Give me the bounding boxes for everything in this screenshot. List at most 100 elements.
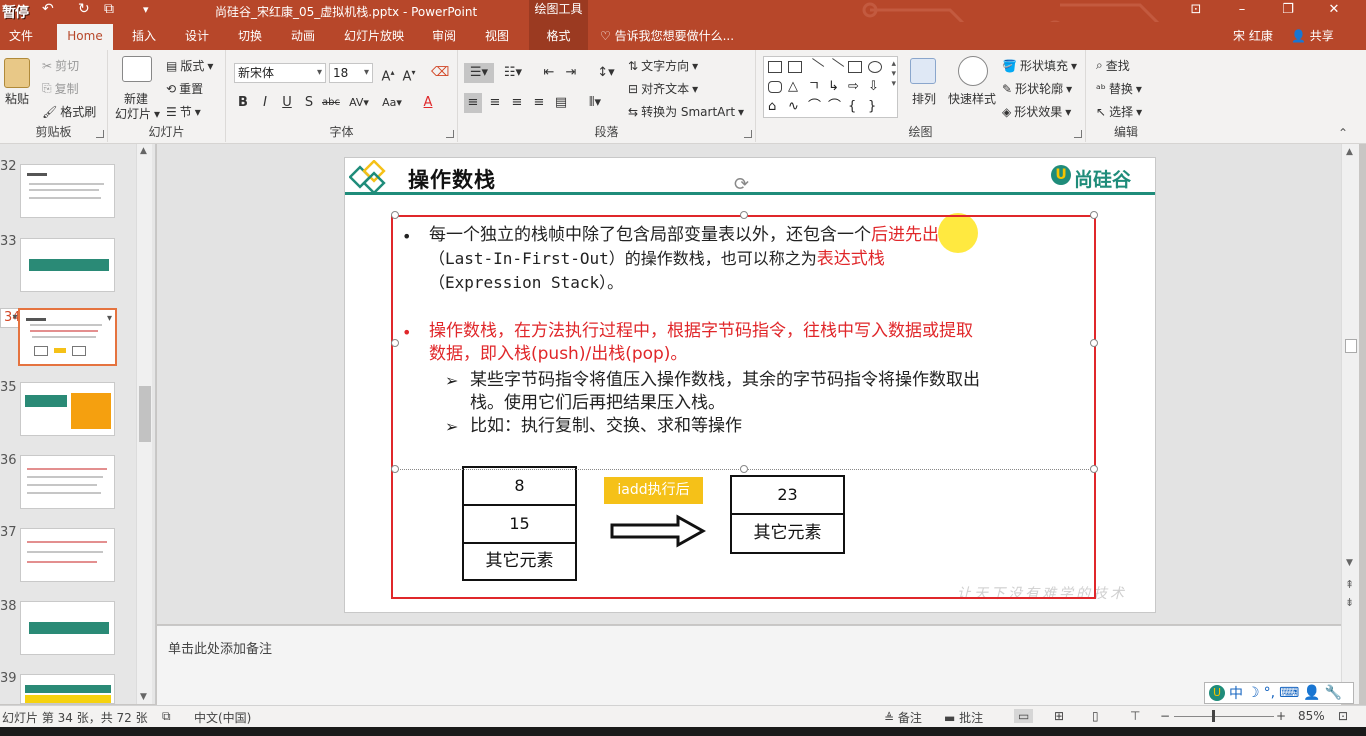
- fit-slide-icon[interactable]: ⊡: [1338, 709, 1348, 723]
- clipboard-dialog-launcher[interactable]: [96, 130, 104, 138]
- resize-handle[interactable]: [391, 339, 399, 347]
- rounded-rect-shape-icon[interactable]: [768, 81, 782, 93]
- strikethrough-icon[interactable]: abc: [322, 93, 340, 113]
- section-button[interactable]: ☰ 节 ▾: [166, 103, 201, 120]
- tab-file[interactable]: 文件: [0, 22, 42, 50]
- down-arrow-shape-icon[interactable]: ⇩: [868, 80, 882, 93]
- font-dialog-launcher[interactable]: [446, 130, 454, 138]
- numbering-icon[interactable]: ☷▾: [498, 63, 528, 83]
- callout-shape-icon[interactable]: ⌂: [768, 100, 782, 113]
- customize-quick-access-icon[interactable]: ▾: [143, 3, 149, 16]
- ime-toolbar[interactable]: U 中 ☽ °, ⌨ 👤 🔧: [1204, 682, 1354, 704]
- clear-formatting-icon[interactable]: ⌫: [431, 63, 449, 83]
- slide-thumbnail-34-selected[interactable]: [18, 308, 117, 366]
- redo-icon[interactable]: ↻: [78, 1, 90, 17]
- increase-indent-icon[interactable]: ⇥: [562, 63, 580, 83]
- text-shadow-icon[interactable]: S: [300, 93, 318, 113]
- zoom-slider-thumb[interactable]: [1212, 710, 1215, 722]
- underline-icon[interactable]: U: [278, 93, 296, 113]
- minimize-icon[interactable]: –: [1219, 0, 1265, 22]
- tab-animations[interactable]: 动画: [283, 22, 323, 50]
- tab-slideshow[interactable]: 幻灯片放映: [338, 22, 410, 50]
- bold-icon[interactable]: B: [234, 93, 252, 113]
- tab-view[interactable]: 视图: [477, 22, 517, 50]
- quick-styles-button[interactable]: 快速样式: [948, 90, 996, 107]
- align-left-icon[interactable]: ≡: [464, 93, 482, 113]
- align-text-button[interactable]: ⊟ 对齐文本 ▾: [628, 80, 698, 97]
- arrow-line-shape-icon[interactable]: [825, 58, 845, 76]
- paste-icon[interactable]: [4, 58, 30, 88]
- zoom-slider-track[interactable]: [1174, 716, 1274, 717]
- shape-fill-button[interactable]: 🪣 形状填充 ▾: [1002, 57, 1077, 74]
- drawing-dialog-launcher[interactable]: [1074, 130, 1082, 138]
- slide-thumbnail-36[interactable]: [20, 455, 115, 509]
- italic-icon[interactable]: I: [256, 93, 274, 113]
- scroll-down-icon[interactable]: ▼: [140, 692, 147, 702]
- cut-button[interactable]: ✂ 剪切: [42, 57, 79, 74]
- font-name-select[interactable]: 新宋体: [234, 63, 326, 83]
- ime-mode[interactable]: 中: [1229, 683, 1243, 703]
- notes-toggle[interactable]: ≜ 备注: [884, 709, 922, 726]
- freeform-shape-icon[interactable]: ∿: [788, 100, 802, 113]
- tab-review[interactable]: 审阅: [424, 22, 464, 50]
- close-icon[interactable]: ✕: [1311, 0, 1357, 22]
- textbox-shape-icon[interactable]: [768, 61, 782, 73]
- thumbnail-scrollbar[interactable]: ▲ ▼: [136, 144, 152, 704]
- resize-handle[interactable]: [1090, 339, 1098, 347]
- right-brace-shape-icon[interactable]: }: [868, 100, 882, 113]
- new-slide-icon[interactable]: [122, 56, 152, 82]
- comments-toggle[interactable]: ▬ 批注: [944, 709, 983, 726]
- resize-handle[interactable]: [740, 211, 748, 219]
- slide-thumbnail-32[interactable]: [20, 164, 115, 218]
- user-icon[interactable]: 👤: [1303, 685, 1320, 701]
- ribbon-display-options-icon[interactable]: ⊡: [1173, 0, 1219, 22]
- slide-thumbnail-38[interactable]: [20, 601, 115, 655]
- gallery-more-icon[interactable]: ▴ ▾ ▾: [891, 59, 896, 89]
- moon-icon[interactable]: ☽: [1247, 685, 1260, 701]
- slideshow-view-icon[interactable]: ⊤: [1130, 709, 1140, 723]
- tab-design[interactable]: 设计: [177, 22, 217, 50]
- slide-title[interactable]: 操作数栈: [408, 164, 496, 194]
- shape-effects-button[interactable]: ◈ 形状效果 ▾: [1002, 103, 1071, 120]
- rotate-handle-icon[interactable]: ⟳: [734, 174, 749, 195]
- scroll-down-icon[interactable]: ▼: [1346, 558, 1353, 568]
- justify-icon[interactable]: ≡: [530, 93, 548, 113]
- shape-outline-button[interactable]: ✎ 形状轮廓 ▾: [1002, 80, 1072, 97]
- distributed-icon[interactable]: ▤: [552, 93, 570, 113]
- character-spacing-icon[interactable]: AV▾: [346, 93, 372, 113]
- tab-insert[interactable]: 插入: [124, 22, 164, 50]
- undo-icon[interactable]: ↶: [42, 1, 54, 17]
- quick-styles-icon[interactable]: [958, 56, 988, 86]
- text-direction-button[interactable]: ⇅ 文字方向 ▾: [628, 57, 698, 74]
- zoom-level[interactable]: 85%: [1298, 709, 1325, 723]
- tab-home[interactable]: Home: [57, 24, 113, 50]
- user-name[interactable]: 宋 红康: [1233, 22, 1273, 50]
- resize-handle[interactable]: [1090, 465, 1098, 473]
- language-indicator[interactable]: 中文(中国): [194, 709, 251, 726]
- align-center-icon[interactable]: ≡: [486, 93, 504, 113]
- slide-scroll-thumb[interactable]: [1345, 339, 1357, 353]
- elbow-arrow-shape-icon[interactable]: ↳: [828, 80, 842, 93]
- decrease-indent-icon[interactable]: ⇤: [540, 63, 558, 83]
- reading-view-icon[interactable]: ▯: [1092, 709, 1099, 723]
- bullets-icon[interactable]: ☰▾: [464, 63, 494, 83]
- arrange-button[interactable]: 排列: [912, 90, 936, 107]
- convert-smartart-button[interactable]: ⇆ 转换为 SmartArt ▾: [628, 103, 744, 120]
- zoom-out-icon[interactable]: −: [1160, 709, 1170, 723]
- triangle-shape-icon[interactable]: △: [788, 80, 802, 93]
- layout-button[interactable]: ▤ 版式 ▾: [166, 57, 213, 74]
- slide-thumbnail-35[interactable]: [20, 382, 115, 436]
- paragraph-dialog-launcher[interactable]: [744, 130, 752, 138]
- arrange-icon[interactable]: [910, 58, 936, 84]
- notes-pane[interactable]: 单击此处添加备注: [157, 625, 1341, 705]
- spell-check-icon[interactable]: ⧉: [162, 709, 171, 724]
- elbow-connector-shape-icon[interactable]: ㄱ: [808, 80, 822, 93]
- arc-shape-icon[interactable]: ⌒: [828, 100, 842, 113]
- oval-shape-icon[interactable]: [868, 61, 882, 73]
- columns-icon[interactable]: ⫴▾: [582, 93, 608, 113]
- restore-icon[interactable]: ❐: [1265, 0, 1311, 22]
- slide-thumbnail-33[interactable]: [20, 238, 115, 292]
- scroll-up-icon[interactable]: ▲: [1346, 147, 1353, 157]
- resize-handle[interactable]: [391, 211, 399, 219]
- grow-font-icon[interactable]: A▴: [379, 63, 397, 84]
